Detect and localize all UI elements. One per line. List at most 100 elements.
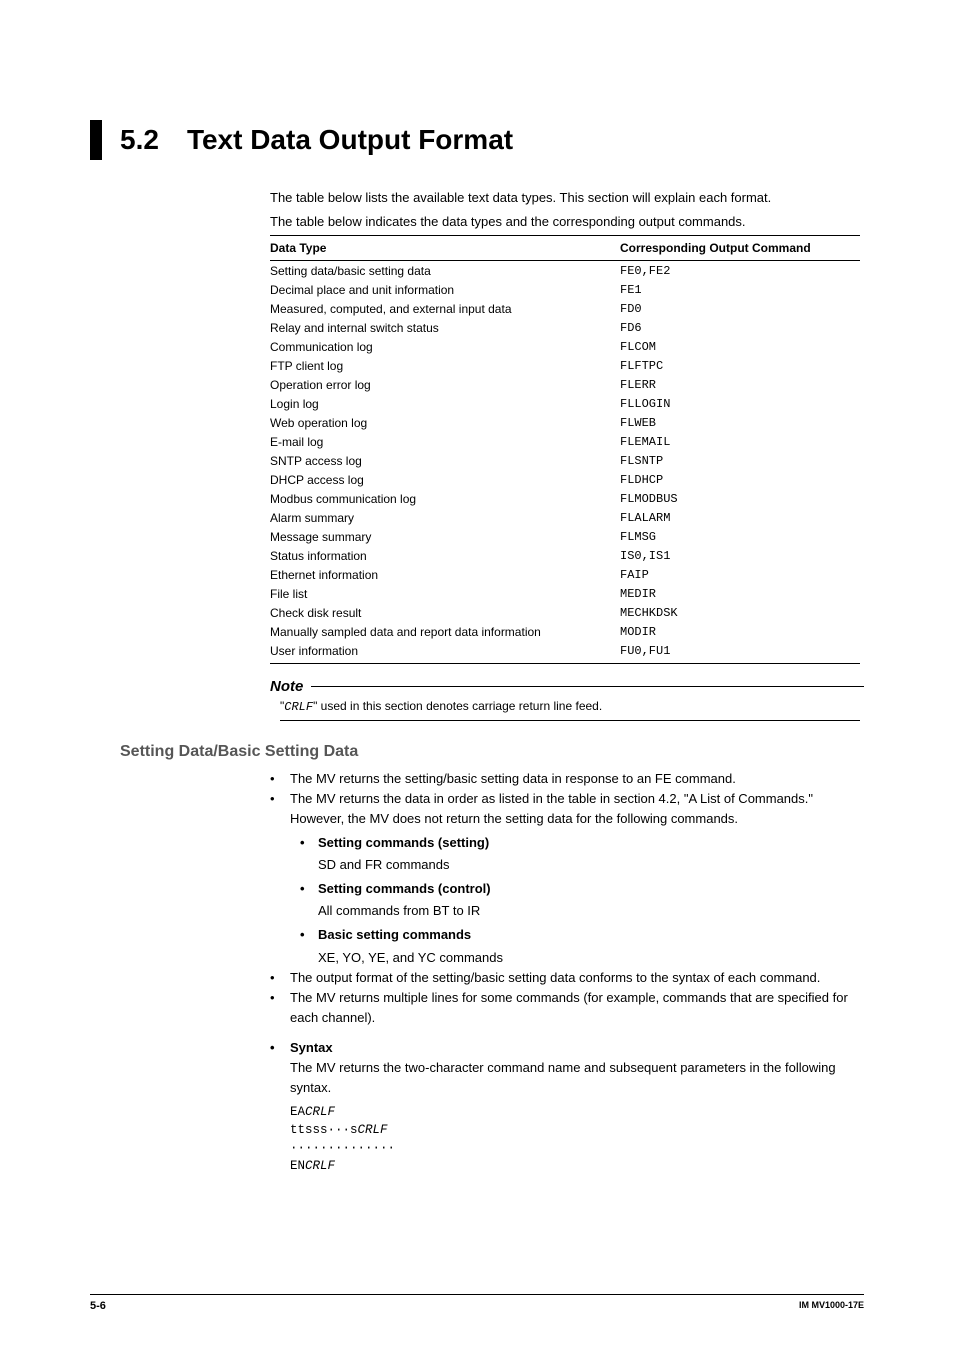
sub-bullet-dot-icon: •	[300, 833, 318, 853]
bullet-list: • The MV returns the setting/basic setti…	[270, 769, 864, 1176]
table-cell-cmd: FLSNTP	[620, 451, 860, 470]
table-cell-cmd: MEDIR	[620, 584, 860, 603]
table-cell-cmd: FLFTPC	[620, 356, 860, 375]
table-cell-type: SNTP access log	[270, 451, 620, 470]
table-cell-cmd: MODIR	[620, 622, 860, 641]
bullet-4: • The MV returns multiple lines for some…	[270, 988, 864, 1028]
table-row: FTP client logFLFTPC	[270, 356, 860, 375]
syntax-line-1: EACRLF	[290, 1103, 864, 1121]
syntax-title: Syntax	[290, 1038, 864, 1058]
syntax-line-4: ENCRLF	[290, 1157, 864, 1175]
bullet-2-text: The MV returns the data in order as list…	[290, 789, 864, 829]
table-cell-cmd: FLMODBUS	[620, 489, 860, 508]
syntax-line-2: ttsss···sCRLF	[290, 1121, 864, 1139]
note-text-suffix: " used in this section denotes carriage …	[313, 699, 602, 713]
bullet-dot-icon: •	[270, 1038, 290, 1175]
table-cell-type: DHCP access log	[270, 470, 620, 489]
sub-bullet-3-desc: XE, YO, YE, and YC commands	[318, 948, 864, 968]
bullet-dot-icon: •	[270, 988, 290, 1028]
table-cell-type: Modbus communication log	[270, 489, 620, 508]
table-row: Setting data/basic setting dataFE0,FE2	[270, 261, 860, 281]
syntax-bullet: • Syntax The MV returns the two-characte…	[270, 1038, 864, 1175]
table-cell-type: Alarm summary	[270, 508, 620, 527]
sub-bullet-dot-icon: •	[300, 925, 318, 945]
intro-line-1: The table below lists the available text…	[270, 188, 864, 208]
note-rule	[311, 686, 864, 687]
table-cell-cmd: FU0,FU1	[620, 641, 860, 663]
syntax-desc: The MV returns the two-character command…	[290, 1058, 864, 1098]
bullet-1-text: The MV returns the setting/basic setting…	[290, 769, 864, 789]
bullet-3: • The output format of the setting/basic…	[270, 968, 864, 988]
table-row: File listMEDIR	[270, 584, 860, 603]
table-cell-cmd: FLLOGIN	[620, 394, 860, 413]
table-row: Check disk resultMECHKDSK	[270, 603, 860, 622]
table-cell-type: Communication log	[270, 337, 620, 356]
table-cell-cmd: FLALARM	[620, 508, 860, 527]
table-cell-cmd: FD6	[620, 318, 860, 337]
bullet-3-text: The output format of the setting/basic s…	[290, 968, 864, 988]
table-cell-type: User information	[270, 641, 620, 663]
table-cell-type: Setting data/basic setting data	[270, 261, 620, 281]
table-cell-cmd: IS0,IS1	[620, 546, 860, 565]
table-row: DHCP access logFLDHCP	[270, 470, 860, 489]
sub-bullet-2-desc: All commands from BT to IR	[318, 901, 864, 921]
syntax-l1-a: EA	[290, 1105, 305, 1119]
table-row: SNTP access logFLSNTP	[270, 451, 860, 470]
syntax-l2-a: ttsss···s	[290, 1123, 358, 1137]
sub-bullet-dot-icon: •	[300, 879, 318, 899]
syntax-l4-b: CRLF	[305, 1159, 335, 1173]
table-row: Communication logFLCOM	[270, 337, 860, 356]
bullet-dot-icon: •	[270, 968, 290, 988]
intro-line-2: The table below indicates the data types…	[270, 212, 864, 232]
table-header-type: Data Type	[270, 236, 620, 261]
table-row: Alarm summaryFLALARM	[270, 508, 860, 527]
table-cell-cmd: FE1	[620, 280, 860, 299]
table-cell-cmd: FLWEB	[620, 413, 860, 432]
table-cell-type: Relay and internal switch status	[270, 318, 620, 337]
table-cell-cmd: FLCOM	[620, 337, 860, 356]
table-row: User informationFU0,FU1	[270, 641, 860, 663]
table-cell-type: Web operation log	[270, 413, 620, 432]
data-type-table: Data Type Corresponding Output Command S…	[270, 235, 860, 664]
footer-page-number: 5-6	[90, 1300, 106, 1312]
section-header: 5.2 Text Data Output Format	[90, 120, 864, 160]
sub-bullet-3: • Basic setting commands	[300, 925, 864, 945]
sub-bullet-3-title: Basic setting commands	[318, 925, 471, 945]
sub-bullet-2-title: Setting commands (control)	[318, 879, 491, 899]
syntax-block: EACRLF ttsss···sCRLF ·············· ENCR…	[290, 1103, 864, 1176]
sub-heading: Setting Data/Basic Setting Data	[120, 743, 864, 761]
table-cell-type: Ethernet information	[270, 565, 620, 584]
table-cell-cmd: FE0,FE2	[620, 261, 860, 281]
note-block: Note "CRLF" used in this section denotes…	[270, 678, 864, 721]
table-cell-type: Message summary	[270, 527, 620, 546]
sub-bullet-2: • Setting commands (control)	[300, 879, 864, 899]
table-cell-cmd: FD0	[620, 299, 860, 318]
bullet-4-text: The MV returns multiple lines for some c…	[290, 988, 864, 1028]
section-title: Text Data Output Format	[187, 124, 513, 156]
table-cell-type: Status information	[270, 546, 620, 565]
bullet-1: • The MV returns the setting/basic setti…	[270, 769, 864, 789]
bullet-2: • The MV returns the data in order as li…	[270, 789, 864, 829]
syntax-line-3: ··············	[290, 1139, 864, 1157]
sub-bullet-list: • Setting commands (setting) SD and FR c…	[300, 833, 864, 968]
table-header-row: Data Type Corresponding Output Command	[270, 236, 860, 261]
table-row: Relay and internal switch statusFD6	[270, 318, 860, 337]
table-row: Operation error logFLERR	[270, 375, 860, 394]
bullet-dot-icon: •	[270, 789, 290, 829]
note-title: Note	[270, 678, 303, 695]
table-cell-type: Measured, computed, and external input d…	[270, 299, 620, 318]
sub-bullet-1-desc: SD and FR commands	[318, 855, 864, 875]
table-row: Status informationIS0,IS1	[270, 546, 860, 565]
footer-doc-id: IM MV1000-17E	[799, 1300, 864, 1312]
table-cell-type: Operation error log	[270, 375, 620, 394]
table-cell-cmd: FAIP	[620, 565, 860, 584]
table-cell-type: FTP client log	[270, 356, 620, 375]
table-cell-type: Check disk result	[270, 603, 620, 622]
table-cell-type: E-mail log	[270, 432, 620, 451]
section-number: 5.2	[120, 124, 159, 156]
bullet-dot-icon: •	[270, 769, 290, 789]
table-cell-cmd: FLERR	[620, 375, 860, 394]
table-cell-type: File list	[270, 584, 620, 603]
table-row: Modbus communication logFLMODBUS	[270, 489, 860, 508]
table-cell-type: Login log	[270, 394, 620, 413]
